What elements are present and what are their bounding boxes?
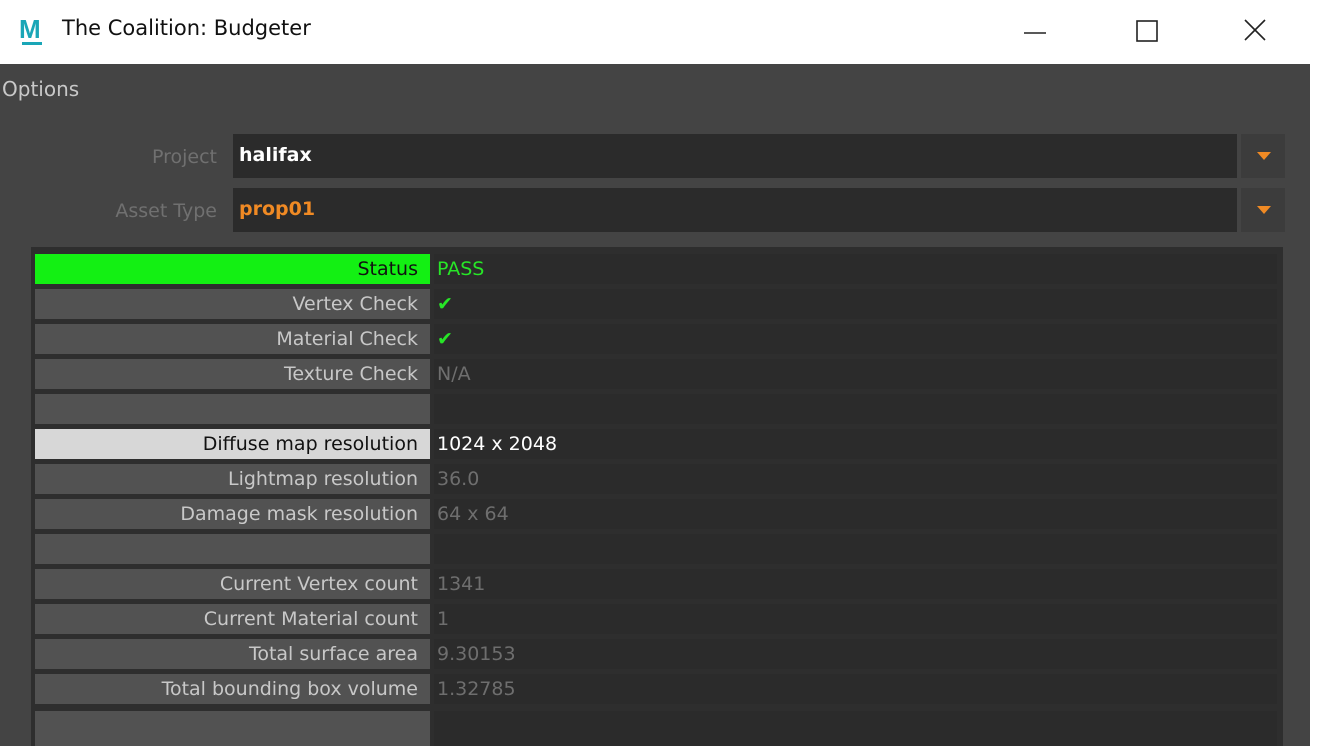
spacer-label (35, 534, 430, 564)
minimize-icon (1024, 32, 1046, 34)
vertex-check-icon: ✔ (434, 289, 1277, 319)
table-row-bbox-volume: Total bounding box volume 1.32785 (31, 671, 1283, 705)
options-label: Options (2, 77, 80, 101)
maya-app-icon: M (18, 14, 46, 48)
table-row-spacer (31, 391, 1283, 425)
asset-type-label: Asset Type (115, 200, 217, 222)
table-row-vertex-count: Current Vertex count 1341 (31, 566, 1283, 600)
spacer-value (434, 534, 1277, 564)
diffuse-map-value: 1024 x 2048 (434, 429, 1277, 459)
material-check-label: Material Check (35, 324, 430, 354)
spacer-value (434, 394, 1277, 424)
table-row-damage-mask: Damage mask resolution 64 x 64 (31, 496, 1283, 530)
asset-type-value: prop01 (239, 198, 316, 220)
material-count-label: Current Material count (35, 604, 430, 634)
maximize-button[interactable] (1120, 0, 1184, 64)
asset-type-dropdown-button[interactable] (1241, 188, 1285, 232)
maximize-icon (1136, 20, 1158, 42)
table-row-diffuse: Diffuse map resolution 1024 x 2048 (31, 426, 1283, 460)
window-title: The Coalition: Budgeter (62, 16, 311, 40)
status-value: PASS (434, 254, 1277, 284)
table-row-material-count: Current Material count 1 (31, 601, 1283, 635)
lightmap-label: Lightmap resolution (35, 464, 430, 494)
dropdown-arrow-icon (1257, 152, 1271, 160)
surface-area-label: Total surface area (35, 639, 430, 669)
table-row-status: Status PASS (31, 251, 1283, 285)
lightmap-value: 36.0 (434, 464, 1277, 494)
project-dropdown-button[interactable] (1241, 134, 1285, 178)
bbox-volume-value: 1.32785 (434, 674, 1277, 704)
results-table: Status PASS Vertex Check ✔ Material Chec… (31, 247, 1283, 746)
status-label: Status (35, 254, 430, 284)
surface-area-value: 9.30153 (434, 639, 1277, 669)
table-row-texture-check: Texture Check N/A (31, 356, 1283, 390)
project-dropdown[interactable]: halifax (233, 134, 1237, 178)
table-row-surface-area: Total surface area 9.30153 (31, 636, 1283, 670)
vertex-count-label: Current Vertex count (35, 569, 430, 599)
table-row-material-check: Material Check ✔ (31, 321, 1283, 355)
project-value: halifax (239, 144, 312, 166)
damage-mask-label: Damage mask resolution (35, 499, 430, 529)
close-icon (1244, 19, 1266, 41)
vertex-check-label: Vertex Check (35, 289, 430, 319)
svg-text:M: M (19, 14, 41, 44)
table-row-spacer (31, 531, 1283, 565)
options-menu[interactable]: Options (0, 64, 1310, 110)
table-row-vertex-check: Vertex Check ✔ (31, 286, 1283, 320)
close-button[interactable] (1232, 0, 1296, 64)
damage-mask-value: 64 x 64 (434, 499, 1277, 529)
texture-check-label: Texture Check (35, 359, 430, 389)
texture-check-value: N/A (434, 359, 1277, 389)
window-edge (1310, 0, 1332, 746)
material-check-icon: ✔ (434, 324, 1277, 354)
asset-type-dropdown[interactable]: prop01 (233, 188, 1237, 232)
dropdown-arrow-icon (1257, 206, 1271, 214)
bbox-volume-label: Total bounding box volume (35, 674, 430, 704)
diffuse-map-label: Diffuse map resolution (35, 429, 430, 459)
table-empty-label-cell (35, 711, 430, 746)
minimize-button[interactable] (1000, 0, 1064, 64)
project-label: Project (151, 146, 217, 168)
table-row-lightmap: Lightmap resolution 36.0 (31, 461, 1283, 495)
title-bar: M The Coalition: Budgeter (0, 0, 1310, 64)
table-empty-value-cell (434, 711, 1277, 746)
spacer-label (35, 394, 430, 424)
material-count-value: 1 (434, 604, 1277, 634)
vertex-count-value: 1341 (434, 569, 1277, 599)
